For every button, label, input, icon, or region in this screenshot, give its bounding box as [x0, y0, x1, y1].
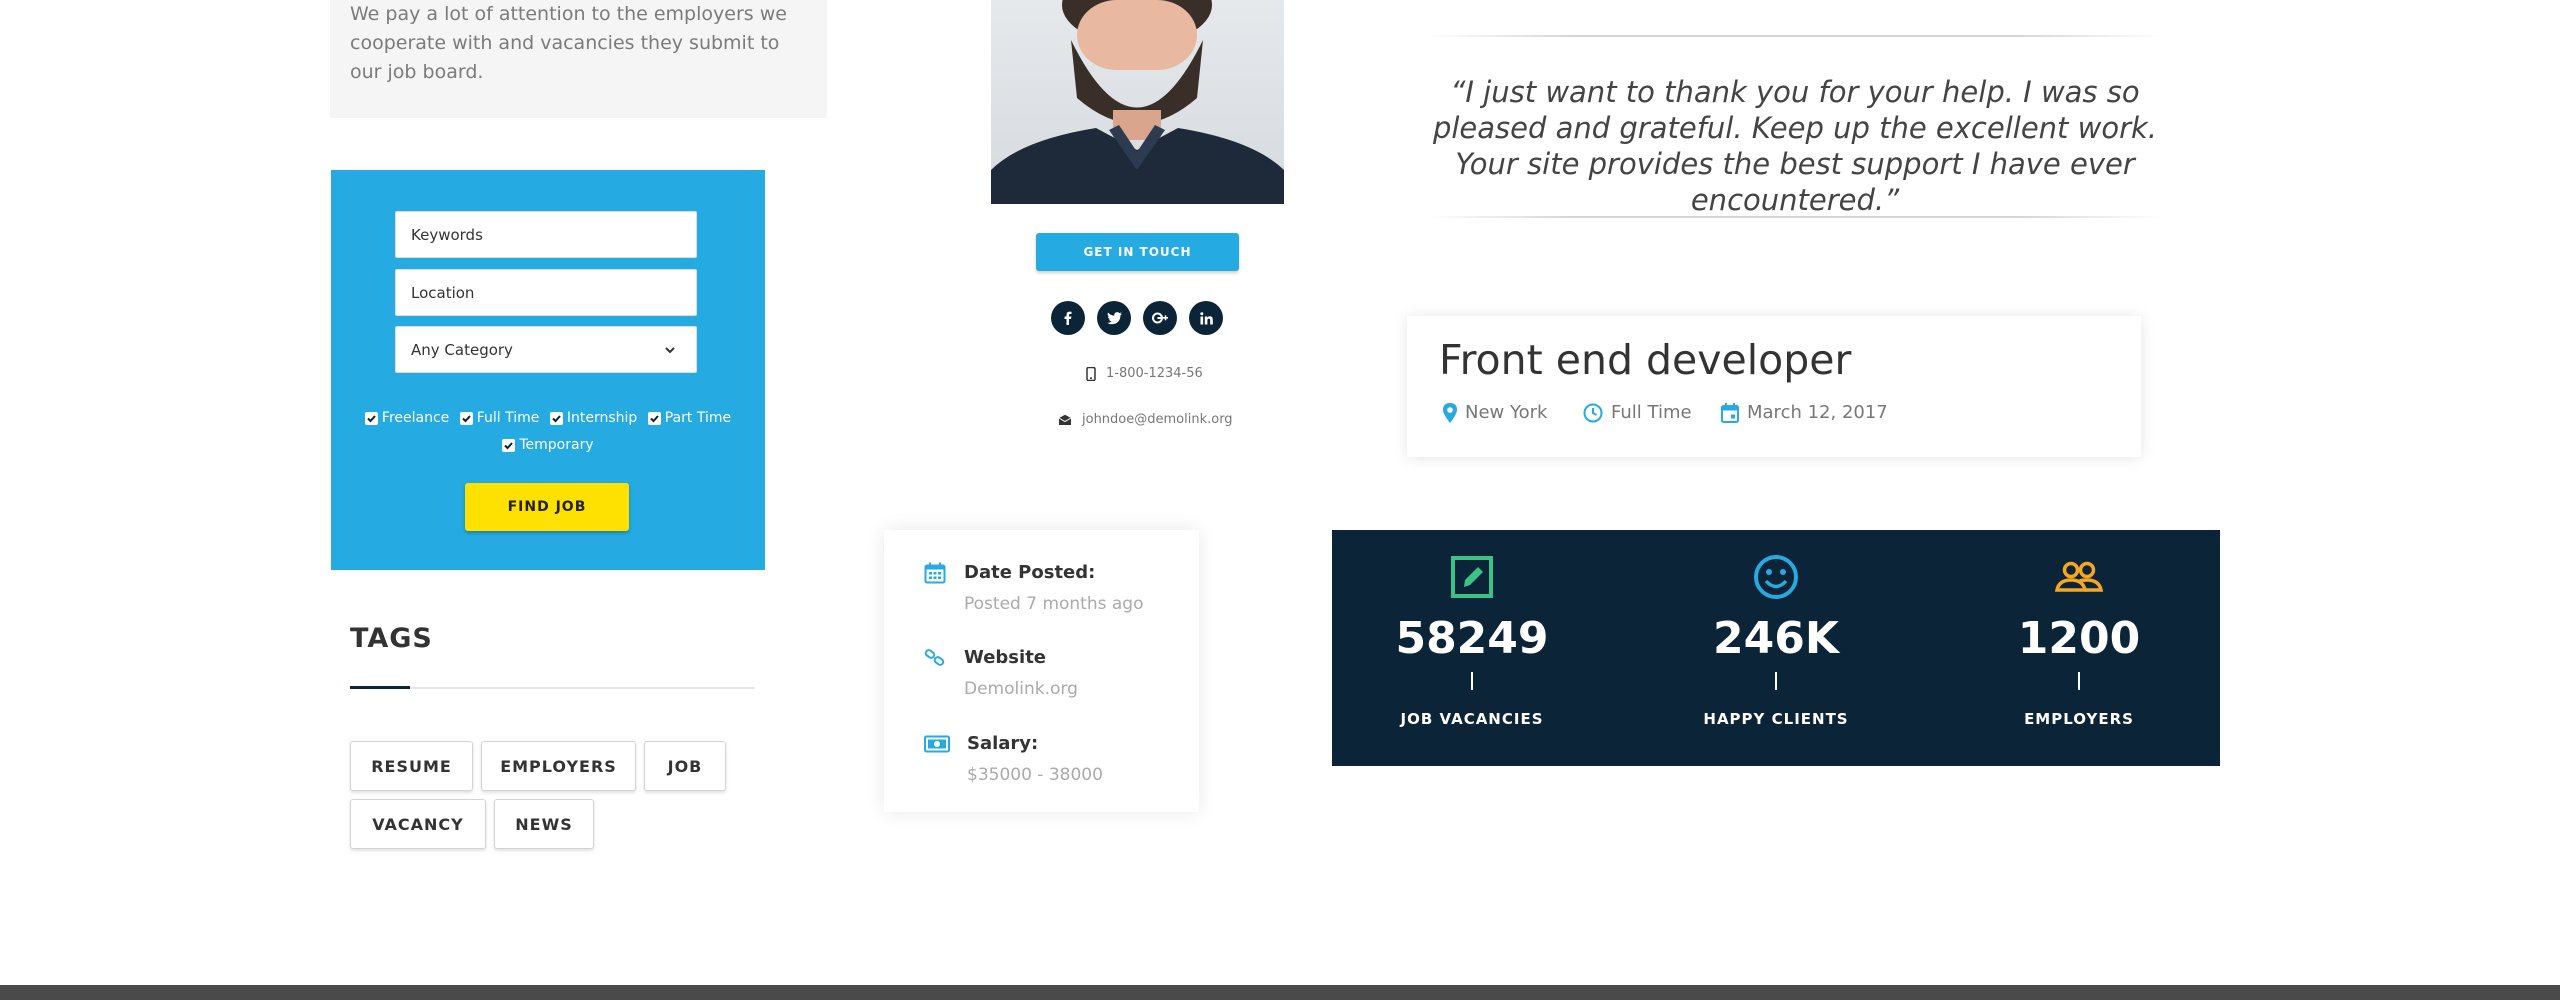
check-icon — [647, 412, 661, 425]
job-type: Full Time — [1583, 402, 1692, 423]
email-contact[interactable]: johndoe@demolink.org — [1058, 412, 1233, 427]
category-select-value: Any Category — [411, 340, 513, 359]
email-address: johndoe@demolink.org — [1082, 412, 1233, 427]
check-icon — [364, 412, 378, 425]
get-in-touch-button[interactable]: GET IN TOUCH — [1036, 233, 1239, 271]
checkbox-label: Full Time — [476, 410, 540, 426]
tags-divider-accent — [350, 686, 410, 689]
job-location: New York — [1443, 402, 1547, 423]
job-date-text: March 12, 2017 — [1747, 402, 1888, 423]
envelope-icon — [1058, 414, 1072, 425]
checkbox-label: Temporary — [519, 437, 594, 453]
checkbox-full-time[interactable]: Full Time — [459, 406, 540, 431]
facebook-icon[interactable] — [1051, 301, 1085, 335]
tag-employers[interactable]: EMPLOYERS — [481, 741, 636, 791]
link-icon — [924, 649, 945, 666]
stat-label: EMPLOYERS — [2024, 710, 2134, 728]
check-icon — [549, 412, 563, 425]
website-value[interactable]: Demolink.org — [964, 679, 1078, 699]
job-title[interactable]: Front end developer — [1439, 336, 1851, 384]
tags-title: TAGS — [350, 623, 433, 654]
tag-resume[interactable]: RESUME — [350, 741, 473, 791]
date-posted-value: Posted 7 months ago — [964, 594, 1144, 614]
stat-value: 1200 — [2017, 613, 2141, 664]
stat-employers: 1200 EMPLOYERS — [1939, 530, 2219, 766]
stat-divider — [1775, 672, 1777, 690]
intro-text: We pay a lot of attention to the employe… — [350, 3, 787, 83]
stat-happy-clients: 246K HAPPY CLIENTS — [1636, 530, 1916, 766]
job-details-card: Date Posted: Posted 7 months ago Website… — [884, 530, 1199, 812]
quote-divider-top — [1426, 35, 2164, 37]
tag-vacancy[interactable]: VACANCY — [350, 799, 486, 849]
tag-job[interactable]: JOB — [644, 741, 726, 791]
date-posted-label: Date Posted: — [964, 562, 1096, 583]
stat-label: JOB VACANCIES — [1400, 710, 1544, 728]
money-bill-icon — [924, 735, 950, 753]
footer-strip — [0, 985, 2560, 1000]
tag-news[interactable]: NEWS — [494, 799, 594, 849]
salary-label: Salary: — [967, 733, 1039, 754]
phone-number: 1-800-1234-56 — [1106, 366, 1203, 381]
location-input[interactable]: Location — [395, 269, 697, 316]
checkbox-temporary[interactable]: Temporary — [502, 433, 594, 458]
quote-divider-bottom — [1426, 216, 2164, 218]
salary-value: $35000 - 38000 — [967, 765, 1103, 785]
checkbox-part-time[interactable]: Part Time — [647, 406, 732, 431]
stats-section: 58249 JOB VACANCIES 246K HAPPY CLIENTS 1… — [1332, 530, 2220, 766]
edit-icon — [1451, 556, 1493, 598]
testimonial-quote: “I just want to thank you for your help.… — [1432, 75, 2158, 217]
stat-value: 246K — [1713, 613, 1839, 664]
google-plus-icon[interactable] — [1143, 301, 1177, 335]
checkbox-label: Freelance — [381, 410, 450, 426]
mobile-phone-icon — [1086, 366, 1096, 381]
check-icon — [459, 412, 473, 425]
stat-job-vacancies: 58249 JOB VACANCIES — [1332, 530, 1612, 766]
job-location-text: New York — [1465, 402, 1548, 423]
checkbox-label: Internship — [566, 410, 638, 426]
map-pin-icon — [1443, 402, 1457, 423]
website-label: Website — [964, 647, 1047, 668]
checkbox-freelance[interactable]: Freelance — [364, 406, 450, 431]
calendar-icon — [924, 562, 946, 584]
job-type-text: Full Time — [1611, 402, 1692, 423]
profile-photo — [991, 0, 1284, 204]
category-select[interactable]: Any Category — [395, 326, 697, 373]
job-date: March 12, 2017 — [1721, 402, 1888, 423]
clock-icon — [1583, 403, 1603, 422]
intro-box: We pay a lot of attention to the employe… — [330, 0, 827, 118]
check-icon — [502, 439, 516, 452]
stat-value: 58249 — [1395, 613, 1549, 664]
checkbox-label: Part Time — [664, 410, 732, 426]
phone-contact: 1-800-1234-56 — [1086, 366, 1203, 381]
job-card[interactable]: Front end developer New York Full Time M… — [1407, 316, 2141, 457]
job-search-widget: Keywords Location Any Category Freelance… — [331, 170, 765, 570]
chevron-down-icon — [665, 347, 675, 354]
stat-divider — [1471, 672, 1473, 690]
stat-label: HAPPY CLIENTS — [1703, 710, 1849, 728]
linkedin-icon[interactable] — [1189, 301, 1223, 335]
tags-divider — [350, 687, 755, 689]
stat-divider — [2078, 672, 2080, 690]
job-type-checkboxes: Freelance Full Time Internship Part Time… — [331, 406, 765, 460]
calendar-icon — [1721, 402, 1739, 423]
smile-icon — [1754, 555, 1798, 599]
checkbox-internship[interactable]: Internship — [549, 406, 638, 431]
twitter-icon[interactable] — [1097, 301, 1131, 335]
users-icon — [2054, 561, 2104, 592]
find-job-button[interactable]: FIND JOB — [465, 483, 629, 531]
keywords-input[interactable]: Keywords — [395, 211, 697, 258]
